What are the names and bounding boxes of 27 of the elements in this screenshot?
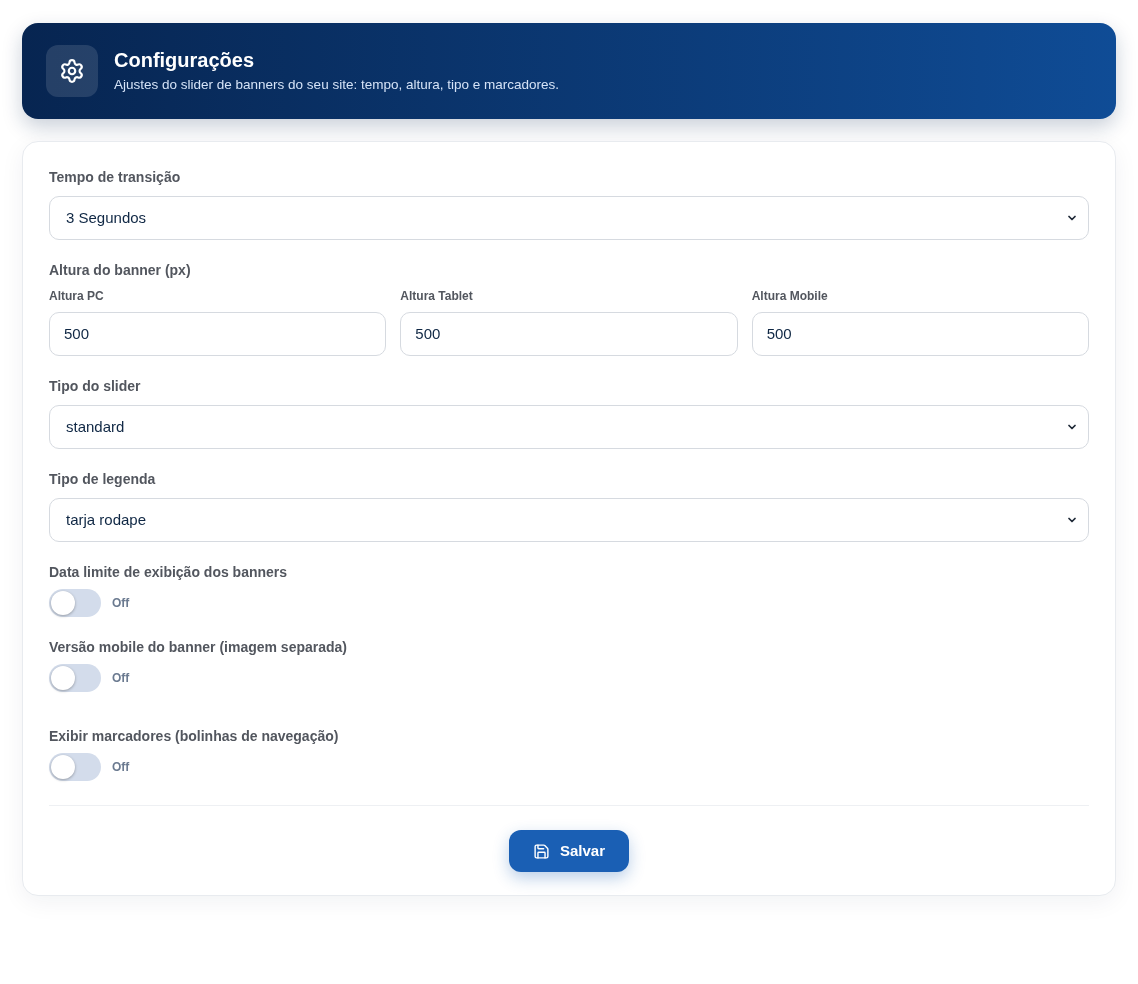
input-label: Altura Tablet: [400, 288, 474, 304]
select-field[interactable]: standard: [49, 405, 1089, 449]
field-label: Altura do banner (px): [49, 261, 192, 280]
field-label: Versão mobile do banner (imagem separada): [49, 638, 348, 657]
input-field[interactable]: 500: [751, 312, 1089, 356]
settings-icon: [46, 45, 98, 97]
field-label: Data limite de exibição dos banners: [49, 563, 289, 582]
header-subtitle: Ajustes do slider de banners do seu site: tempo, altura, tipo e marcadores.: [114, 75, 559, 94]
toggle-switch[interactable]: [49, 664, 101, 692]
input-field[interactable]: 500: [400, 312, 738, 356]
toggle-switch[interactable]: [49, 753, 101, 781]
save-button[interactable]: Salvar: [509, 830, 629, 872]
toggle-state-label: Off: [112, 759, 130, 776]
select-field[interactable]: 3 Segundos: [49, 196, 1089, 240]
field-label: Exibir marcadores (bolinhas de navegação): [49, 727, 340, 746]
input-label: Altura PC: [49, 288, 105, 304]
field-label: Tipo do slider: [49, 377, 142, 396]
input-label: Altura Mobile: [751, 288, 829, 304]
toggle-switch[interactable]: [49, 589, 101, 617]
input-field[interactable]: 500: [49, 312, 387, 356]
save-icon: [532, 842, 550, 860]
field-label: Tipo de legenda: [49, 470, 157, 489]
toggle-state-label: Off: [112, 670, 130, 687]
field-label: Tempo de transição: [49, 168, 182, 187]
toggle-state-label: Off: [112, 595, 130, 612]
select-field[interactable]: tarja rodape: [49, 498, 1089, 542]
header-title: Configurações: [114, 47, 256, 72]
